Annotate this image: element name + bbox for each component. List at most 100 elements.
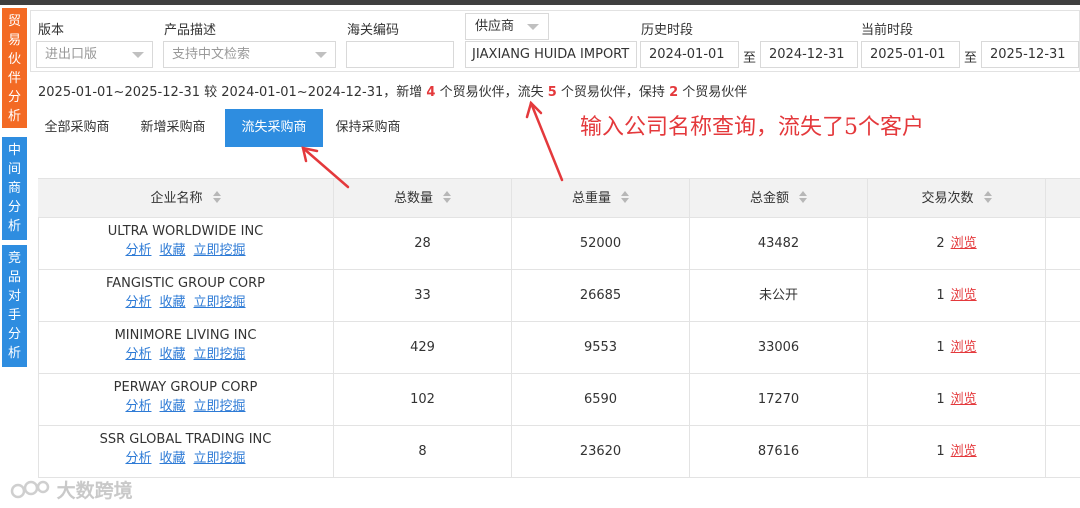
supplier-name-input[interactable]: JIAXIANG HUIDA IMPORT [465,41,637,68]
header-company-label: 企业名称 [150,191,203,206]
sort-icon[interactable] [443,191,451,203]
supplier-type-select[interactable]: 供应商 [465,13,549,40]
side-tab-intermediary[interactable]: 中间商分析 [2,137,27,240]
table-row: ULTRA WORLDWIDE INC 分析 收藏 立即挖掘 28 52000 43… [38,218,1080,270]
history-start-date[interactable]: 2024-01-01 [640,41,739,68]
mine-link[interactable]: 立即挖掘 [194,243,246,258]
browse-link[interactable]: 浏览 [951,340,977,355]
company-cell: ULTRA WORLDWIDE INC 分析 收藏 立即挖掘 [38,218,334,270]
quantity-cell: 33 [334,270,512,322]
header-quantity-label: 总数量 [393,191,433,206]
company-name: FANGISTIC GROUP CORP [105,276,266,291]
tab-all-buyers[interactable]: 全部采购商 [36,109,118,147]
favorite-link[interactable]: 收藏 [159,451,185,466]
sort-icon[interactable] [212,191,221,203]
favorite-link[interactable]: 收藏 [159,295,185,310]
current-start-date[interactable]: 2025-01-01 [861,41,960,68]
browse-link[interactable]: 浏览 [951,236,977,251]
company-cell: PERWAY GROUP CORP 分析 收藏 立即挖掘 [38,374,334,426]
version-select[interactable]: 进出口版 [36,41,153,68]
product-label: 产品描述 [164,23,217,38]
arrow-head [301,146,319,163]
mine-link[interactable]: 立即挖掘 [194,451,246,466]
weight-cell: 23620 [512,426,690,478]
kept-partner-count: 2 [669,85,679,100]
analyze-link[interactable]: 分析 [125,295,151,310]
tab-new-buyers[interactable]: 新增采购商 [132,109,214,147]
version-select-value: 进出口版 [45,47,98,62]
analyze-link[interactable]: 分析 [125,243,151,258]
chevron-down-icon [315,52,327,58]
trades-cell: 2 浏览 [868,218,1046,270]
analyze-link[interactable]: 分析 [125,451,151,466]
watermark-text: 大数跨境 [56,480,133,502]
analyze-link[interactable]: 分析 [125,347,151,362]
table-header: 企业名称 总数量 总重量 总金额 交易次数 [38,179,1080,218]
favorite-link[interactable]: 收藏 [159,347,185,362]
amount-cell: 未公开 [690,270,868,322]
table-row: SSR GLOBAL TRADING INC 分析 收藏 立即挖掘 8 23620 … [38,426,1080,478]
trades-cell: 1 浏览 [868,322,1046,374]
trade-count: 1 [936,392,945,407]
company-name: PERWAY GROUP CORP [113,380,258,395]
table-row: MINIMORE LIVING INC 分析 收藏 立即挖掘 429 9553 33… [38,322,1080,374]
top-bar [0,0,1080,5]
history-range-separator: 至 [743,51,757,66]
buyer-table: 企业名称 总数量 总重量 总金额 交易次数 ULTRA WORLDWIDE IN… [38,178,1080,478]
browse-link[interactable]: 浏览 [951,288,977,303]
mine-link[interactable]: 立即挖掘 [194,399,246,414]
arrow-head [525,100,543,119]
company-cell: MINIMORE LIVING INC 分析 收藏 立即挖掘 [38,322,334,374]
sort-icon[interactable] [799,191,807,203]
quantity-cell: 28 [334,218,512,270]
header-company[interactable]: 企业名称 [38,179,334,218]
trade-count: 1 [936,340,945,355]
trades-cell: 1 浏览 [868,270,1046,322]
chevron-down-icon [527,24,539,30]
tab-lost-buyers[interactable]: 流失采购商 [225,109,323,147]
favorite-link[interactable]: 收藏 [159,399,185,414]
product-search-select[interactable]: 支持中文检索 [163,41,336,68]
header-quantity[interactable]: 总数量 [334,179,512,218]
quantity-cell: 102 [334,374,512,426]
header-weight[interactable]: 总重量 [512,179,690,218]
amount-cell: 17270 [690,374,868,426]
weight-cell: 9553 [512,322,690,374]
hs-code-input[interactable] [346,41,454,68]
company-cell: FANGISTIC GROUP CORP 分析 收藏 立即挖掘 [38,270,334,322]
mine-link[interactable]: 立即挖掘 [194,347,246,362]
company-name: SSR GLOBAL TRADING INC [99,432,272,447]
tab-kept-buyers[interactable]: 保持采购商 [327,109,409,147]
side-tab-competitor[interactable]: 竞品对手分析 [2,245,27,367]
amount-cell: 33006 [690,322,868,374]
analyze-link[interactable]: 分析 [125,399,151,414]
amount-cell: 87616 [690,426,868,478]
side-tab-trade-partner[interactable]: 贸易伙伴分析 [2,8,27,128]
mine-link[interactable]: 立即挖掘 [194,295,246,310]
weight-cell: 52000 [512,218,690,270]
company-name: MINIMORE LIVING INC [114,328,257,343]
amount-cell: 43482 [690,218,868,270]
header-trades[interactable]: 交易次数 [868,179,1046,218]
header-trades-label: 交易次数 [921,191,974,206]
sort-icon[interactable] [621,191,629,203]
summary-suffix: 个贸易伙伴 [682,85,748,100]
browse-link[interactable]: 浏览 [951,392,977,407]
header-amount[interactable]: 总金额 [690,179,868,218]
version-label: 版本 [38,23,65,38]
annotation-text: 输入公司名称查询，流失了5个客户 [580,115,924,140]
current-end-date[interactable]: 2025-12-31 [981,41,1079,68]
summary-text-lost: 个贸易伙伴，流失 [439,85,544,100]
weight-cell: 6590 [512,374,690,426]
table-row: FANGISTIC GROUP CORP 分析 收藏 立即挖掘 33 26685 未… [38,270,1080,322]
sort-icon[interactable] [983,191,992,203]
favorite-link[interactable]: 收藏 [159,243,185,258]
filter-bar: 版本 进出口版 产品描述 支持中文检索 海关编码 供应商 JIAXIANG HU… [30,10,1080,72]
arrow-to-lost-count [529,101,564,182]
company-cell: SSR GLOBAL TRADING INC 分析 收藏 立即挖掘 [38,426,334,478]
history-end-date[interactable]: 2024-12-31 [760,41,858,68]
browse-link[interactable]: 浏览 [951,444,977,459]
chevron-down-icon [132,52,144,58]
supplier-type-value: 供应商 [475,19,515,34]
quantity-cell: 8 [334,426,512,478]
